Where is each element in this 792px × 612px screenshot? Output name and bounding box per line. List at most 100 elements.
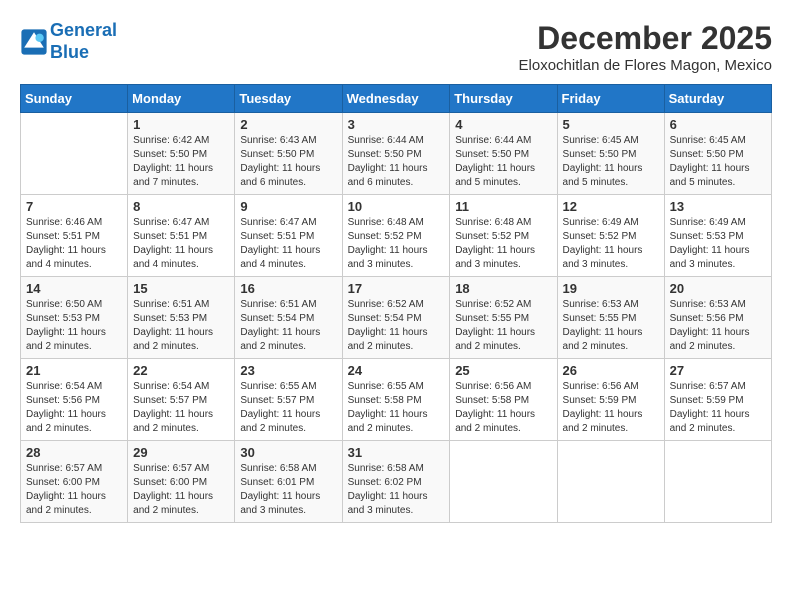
- calendar-cell: 10 Sunrise: 6:48 AM Sunset: 5:52 PM Dayli…: [342, 195, 450, 277]
- day-number: 7: [26, 199, 122, 214]
- calendar-cell: 21 Sunrise: 6:54 AM Sunset: 5:56 PM Dayli…: [21, 359, 128, 441]
- day-number: 3: [348, 117, 445, 132]
- day-info: Sunrise: 6:43 AM Sunset: 5:50 PM Dayligh…: [240, 134, 336, 190]
- calendar-cell: 11 Sunrise: 6:48 AM Sunset: 5:52 PM Dayli…: [450, 195, 557, 277]
- calendar-cell: 27 Sunrise: 6:57 AM Sunset: 5:59 PM Dayli…: [664, 359, 771, 441]
- calendar-cell: 23 Sunrise: 6:55 AM Sunset: 5:57 PM Dayli…: [235, 359, 342, 441]
- day-number: 11: [455, 199, 551, 214]
- logo-line1: General: [50, 20, 117, 40]
- day-info: Sunrise: 6:54 AM Sunset: 5:56 PM Dayligh…: [26, 380, 122, 436]
- day-number: 13: [670, 199, 766, 214]
- day-number: 29: [133, 445, 229, 460]
- day-number: 23: [240, 363, 336, 378]
- day-info: Sunrise: 6:53 AM Sunset: 5:55 PM Dayligh…: [563, 298, 659, 354]
- day-number: 10: [348, 199, 445, 214]
- calendar-cell: 5 Sunrise: 6:45 AM Sunset: 5:50 PM Daylig…: [557, 113, 664, 195]
- calendar-header-row: SundayMondayTuesdayWednesdayThursdayFrid…: [21, 85, 772, 113]
- header-thursday: Thursday: [450, 85, 557, 113]
- header-sunday: Sunday: [21, 85, 128, 113]
- day-info: Sunrise: 6:52 AM Sunset: 5:54 PM Dayligh…: [348, 298, 445, 354]
- day-info: Sunrise: 6:48 AM Sunset: 5:52 PM Dayligh…: [348, 216, 445, 272]
- header-saturday: Saturday: [664, 85, 771, 113]
- day-number: 17: [348, 281, 445, 296]
- calendar-cell: 4Sunrise: 6:44 AM Sunset: 5:50 PM Daylig…: [450, 113, 557, 195]
- calendar-week-1: 7 Sunrise: 6:46 AM Sunset: 5:51 PM Daylig…: [21, 195, 772, 277]
- day-info: Sunrise: 6:54 AM Sunset: 5:57 PM Dayligh…: [133, 380, 229, 436]
- day-number: 20: [670, 281, 766, 296]
- calendar-cell: 17 Sunrise: 6:52 AM Sunset: 5:54 PM Dayli…: [342, 277, 450, 359]
- calendar-cell: 25Sunrise: 6:56 AM Sunset: 5:58 PM Dayli…: [450, 359, 557, 441]
- day-number: 19: [563, 281, 659, 296]
- day-info: Sunrise: 6:45 AM Sunset: 5:50 PM Dayligh…: [563, 134, 659, 190]
- day-number: 21: [26, 363, 122, 378]
- day-info: Sunrise: 6:55 AM Sunset: 5:57 PM Dayligh…: [240, 380, 336, 436]
- page-header: General Blue December 2025 Eloxochitlan …: [20, 20, 772, 74]
- day-number: 31: [348, 445, 445, 460]
- calendar-week-0: 1 Sunrise: 6:42 AM Sunset: 5:50 PM Daylig…: [21, 113, 772, 195]
- day-info: Sunrise: 6:51 AM Sunset: 5:53 PM Dayligh…: [133, 298, 229, 354]
- day-info: Sunrise: 6:44 AM Sunset: 5:50 PM Dayligh…: [348, 134, 445, 190]
- day-number: 12: [563, 199, 659, 214]
- day-info: Sunrise: 6:50 AM Sunset: 5:53 PM Dayligh…: [26, 298, 122, 354]
- day-number: 14: [26, 281, 122, 296]
- logo-line2: Blue: [50, 42, 89, 62]
- logo: General Blue: [20, 20, 117, 63]
- day-info: Sunrise: 6:49 AM Sunset: 5:52 PM Dayligh…: [563, 216, 659, 272]
- calendar-cell: 20Sunrise: 6:53 AM Sunset: 5:56 PM Dayli…: [664, 277, 771, 359]
- day-number: 4: [455, 117, 551, 132]
- header-tuesday: Tuesday: [235, 85, 342, 113]
- calendar-cell: 18Sunrise: 6:52 AM Sunset: 5:55 PM Dayli…: [450, 277, 557, 359]
- calendar-cell: 1 Sunrise: 6:42 AM Sunset: 5:50 PM Daylig…: [128, 113, 235, 195]
- day-number: 5: [563, 117, 659, 132]
- day-info: Sunrise: 6:52 AM Sunset: 5:55 PM Dayligh…: [455, 298, 551, 354]
- header-friday: Friday: [557, 85, 664, 113]
- location-title: Eloxochitlan de Flores Magon, Mexico: [519, 57, 772, 74]
- calendar-week-2: 14 Sunrise: 6:50 AM Sunset: 5:53 PM Dayli…: [21, 277, 772, 359]
- calendar-cell: 6Sunrise: 6:45 AM Sunset: 5:50 PM Daylig…: [664, 113, 771, 195]
- day-number: 28: [26, 445, 122, 460]
- day-info: Sunrise: 6:48 AM Sunset: 5:52 PM Dayligh…: [455, 216, 551, 272]
- day-info: Sunrise: 6:47 AM Sunset: 5:51 PM Dayligh…: [133, 216, 229, 272]
- calendar-cell: 12 Sunrise: 6:49 AM Sunset: 5:52 PM Dayli…: [557, 195, 664, 277]
- day-info: Sunrise: 6:55 AM Sunset: 5:58 PM Dayligh…: [348, 380, 445, 436]
- calendar-cell: 24 Sunrise: 6:55 AM Sunset: 5:58 PM Dayli…: [342, 359, 450, 441]
- day-info: Sunrise: 6:47 AM Sunset: 5:51 PM Dayligh…: [240, 216, 336, 272]
- calendar-cell: [21, 113, 128, 195]
- calendar-week-4: 28 Sunrise: 6:57 AM Sunset: 6:00 PM Dayli…: [21, 441, 772, 523]
- calendar-cell: [664, 441, 771, 523]
- day-number: 8: [133, 199, 229, 214]
- day-info: Sunrise: 6:56 AM Sunset: 5:59 PM Dayligh…: [563, 380, 659, 436]
- day-info: Sunrise: 6:45 AM Sunset: 5:50 PM Dayligh…: [670, 134, 766, 190]
- day-info: Sunrise: 6:57 AM Sunset: 6:00 PM Dayligh…: [26, 462, 122, 518]
- day-info: Sunrise: 6:46 AM Sunset: 5:51 PM Dayligh…: [26, 216, 122, 272]
- title-block: December 2025 Eloxochitlan de Flores Mag…: [519, 20, 772, 74]
- calendar-cell: 9Sunrise: 6:47 AM Sunset: 5:51 PM Daylig…: [235, 195, 342, 277]
- calendar-cell: 29 Sunrise: 6:57 AM Sunset: 6:00 PM Dayli…: [128, 441, 235, 523]
- calendar-cell: 2 Sunrise: 6:43 AM Sunset: 5:50 PM Daylig…: [235, 113, 342, 195]
- day-number: 30: [240, 445, 336, 460]
- calendar-cell: 16Sunrise: 6:51 AM Sunset: 5:54 PM Dayli…: [235, 277, 342, 359]
- day-info: Sunrise: 6:51 AM Sunset: 5:54 PM Dayligh…: [240, 298, 336, 354]
- calendar-cell: [557, 441, 664, 523]
- day-number: 27: [670, 363, 766, 378]
- calendar-cell: 28 Sunrise: 6:57 AM Sunset: 6:00 PM Dayli…: [21, 441, 128, 523]
- day-number: 2: [240, 117, 336, 132]
- header-monday: Monday: [128, 85, 235, 113]
- day-info: Sunrise: 6:42 AM Sunset: 5:50 PM Dayligh…: [133, 134, 229, 190]
- calendar-cell: [450, 441, 557, 523]
- day-info: Sunrise: 6:57 AM Sunset: 6:00 PM Dayligh…: [133, 462, 229, 518]
- calendar-cell: 8 Sunrise: 6:47 AM Sunset: 5:51 PM Daylig…: [128, 195, 235, 277]
- calendar-cell: 22 Sunrise: 6:54 AM Sunset: 5:57 PM Dayli…: [128, 359, 235, 441]
- day-number: 24: [348, 363, 445, 378]
- day-info: Sunrise: 6:49 AM Sunset: 5:53 PM Dayligh…: [670, 216, 766, 272]
- day-number: 1: [133, 117, 229, 132]
- calendar-cell: 3 Sunrise: 6:44 AM Sunset: 5:50 PM Daylig…: [342, 113, 450, 195]
- calendar-cell: 19 Sunrise: 6:53 AM Sunset: 5:55 PM Dayli…: [557, 277, 664, 359]
- calendar-table: SundayMondayTuesdayWednesdayThursdayFrid…: [20, 84, 772, 523]
- day-number: 22: [133, 363, 229, 378]
- calendar-cell: 15Sunrise: 6:51 AM Sunset: 5:53 PM Dayli…: [128, 277, 235, 359]
- calendar-cell: 30Sunrise: 6:58 AM Sunset: 6:01 PM Dayli…: [235, 441, 342, 523]
- calendar-cell: 31Sunrise: 6:58 AM Sunset: 6:02 PM Dayli…: [342, 441, 450, 523]
- day-info: Sunrise: 6:57 AM Sunset: 5:59 PM Dayligh…: [670, 380, 766, 436]
- month-title: December 2025: [519, 20, 772, 57]
